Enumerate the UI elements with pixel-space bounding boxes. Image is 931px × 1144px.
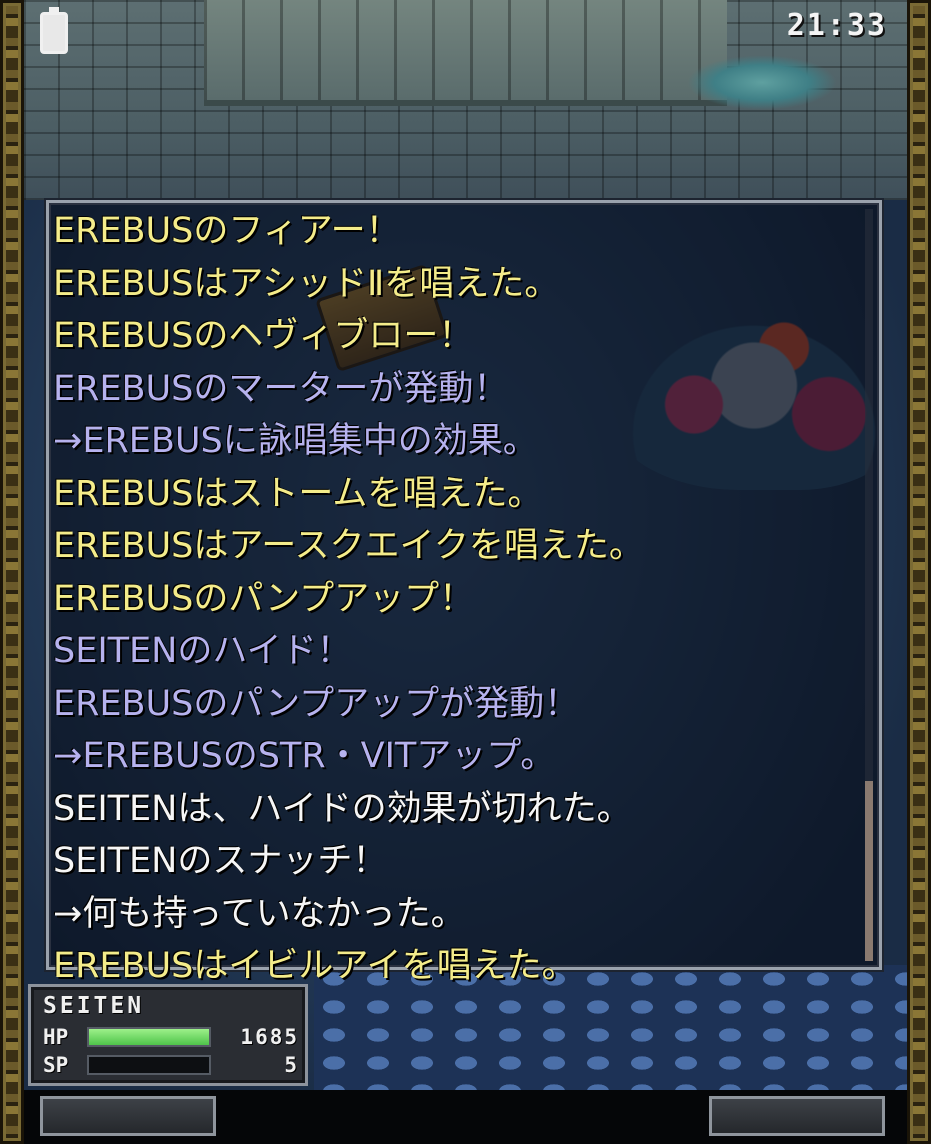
battle-log-line: SEITENのハイド！ [53, 631, 352, 671]
battle-log-line: SEITENは、ハイドの効果が切れた。 [53, 788, 632, 829]
hp-bar [87, 1027, 211, 1047]
battle-log-line: EREBUSはアースクエイクを唱えた。 [53, 526, 644, 566]
right-softkey-button[interactable] [709, 1096, 885, 1136]
dungeon-battlement [204, 0, 727, 106]
hp-row: HP 1685 [43, 1025, 299, 1051]
hp-label: HP [43, 1025, 69, 1049]
battle-log-line: →何も持っていなかった。 [53, 893, 466, 934]
battle-log-line: EREBUSはアシッドⅡを唱えた。 [53, 263, 560, 304]
battle-log-line: EREBUSのパンプアップが発動！ [53, 683, 580, 724]
battle-log-line: EREBUSはストームを唱えた。 [53, 473, 543, 514]
battle-log-line: SEITENのスナッチ！ [53, 841, 388, 881]
player-name: SEITEN [43, 993, 145, 1019]
battle-log-lines: EREBUSのフィアー！ EREBUSはアシッドⅡを唱えた。 EREBUSのヘヴィブ… [53, 205, 839, 993]
battle-log-line: →EREBUSに詠唱集中の効果。 [53, 421, 538, 461]
ornate-frame-left [0, 0, 24, 1144]
player-status-panel: SEITEN HP 1685 SP 5 [28, 984, 308, 1086]
battle-log-line: EREBUSのパンプアップ！ [53, 578, 475, 619]
battle-log-line: EREBUSのマーターが発動！ [53, 368, 509, 409]
clock: 21:33 [786, 8, 887, 43]
hp-bar-fill [89, 1029, 209, 1045]
ornate-frame-right [907, 0, 931, 1144]
battle-log-scrollbar[interactable] [865, 209, 873, 961]
scrollbar-thumb[interactable] [865, 781, 873, 961]
battle-log-line: EREBUSのフィアー！ [53, 211, 401, 251]
sp-value: 5 [284, 1053, 299, 1077]
sp-row: SP 5 [43, 1053, 299, 1079]
sp-bar [87, 1055, 211, 1075]
left-softkey-button[interactable] [40, 1096, 216, 1136]
sp-label: SP [43, 1053, 69, 1077]
battle-log-line: EREBUSのヘヴィブロー！ [53, 316, 474, 356]
battery-icon [40, 7, 68, 54]
battle-log-line: →EREBUSのSTR・VITアップ。 [53, 736, 556, 776]
hp-value: 1685 [240, 1025, 299, 1049]
moss-patch [687, 55, 837, 110]
battle-log[interactable]: EREBUSのフィアー！ EREBUSはアシッドⅡを唱えた。 EREBUSのヘヴィブ… [46, 200, 882, 986]
